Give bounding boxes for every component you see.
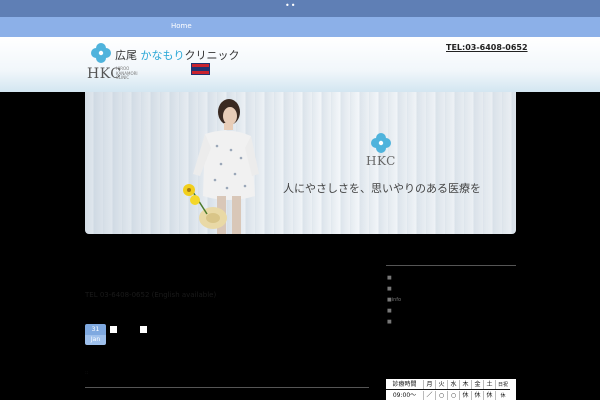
hours-time-label: 09:00～13:00 xyxy=(386,391,424,400)
hours-row: 09:00～13:00 ／ ○ ○ 休 休 休 休 xyxy=(386,391,510,400)
hours-day: 火 xyxy=(436,380,448,389)
hours-day: 木 xyxy=(460,380,472,389)
hours-day: 水 xyxy=(448,380,460,389)
header-phone-link[interactable]: TEL:03-6408-0652 xyxy=(446,43,528,52)
english-flag-icon[interactable] xyxy=(191,63,210,75)
hours-mark: ○ xyxy=(448,391,460,400)
logo-subtitle: HIROO KANAMORI CLINIC xyxy=(116,66,138,81)
sidebar-divider xyxy=(386,265,516,266)
sidebar-item[interactable]: ■ xyxy=(387,319,392,325)
post-phone-text: TEL 03-6408-0652 (English available) xyxy=(85,291,217,299)
nav-home-link[interactable]: Home xyxy=(171,22,192,30)
hero-banner: HKC 人にやさしさを、思いやりのある医療を xyxy=(85,92,516,234)
hours-header-row: 診療時間 月 火 水 木 金 土 日祝 xyxy=(386,380,510,390)
hero-slogan: 人にやさしさを、思いやりのある医療を xyxy=(283,182,481,195)
hours-day: 金 xyxy=(472,380,484,389)
hero-clover-icon xyxy=(371,133,391,153)
hours-day: 土 xyxy=(484,380,496,389)
author-icon xyxy=(110,326,117,333)
hours-mark: ○ xyxy=(436,391,448,400)
woman-photo xyxy=(183,99,259,234)
post-divider xyxy=(85,387,369,388)
top-bar: •• xyxy=(0,0,600,17)
sidebar-item[interactable]: ■ xyxy=(387,286,392,292)
post-meta xyxy=(119,326,125,332)
post-date-badge: 31 Jan xyxy=(85,324,106,345)
sidebar-item[interactable]: ■ xyxy=(387,308,392,314)
post-date-day: 31 xyxy=(85,324,106,335)
hours-mark: 休 xyxy=(460,391,472,400)
hero-logo-abbreviation: HKC xyxy=(366,154,396,168)
post-tags: :: xyxy=(85,370,89,376)
sidebar-item[interactable]: ■ xyxy=(387,275,392,281)
hero-shade xyxy=(85,92,516,234)
hours-header-label: 診療時間 xyxy=(386,380,424,389)
hours-mark: 休 xyxy=(484,391,496,400)
sidebar-item-info[interactable]: ■info xyxy=(387,297,401,303)
hours-mark: ／ xyxy=(424,391,436,400)
site-header: 広尾 かなもりクリニック HKC HIROO KANAMORI CLINIC T… xyxy=(0,37,600,92)
hours-day: 日祝 xyxy=(497,382,508,388)
category-icon[interactable] xyxy=(140,326,147,333)
hours-mark: 休 xyxy=(472,391,484,400)
top-bar-dots: •• xyxy=(285,1,297,10)
clover-icon xyxy=(91,43,111,63)
office-hours-table: 診療時間 月 火 水 木 金 土 日祝 09:00～13:00 ／ ○ ○ 休 … xyxy=(386,379,516,400)
hours-day: 月 xyxy=(424,380,436,389)
clinic-name: 広尾 かなもりクリニック xyxy=(115,49,240,62)
post-date-month: Jan xyxy=(85,335,106,345)
main-nav: Home xyxy=(0,17,600,37)
hours-mark: 休 xyxy=(500,393,506,399)
